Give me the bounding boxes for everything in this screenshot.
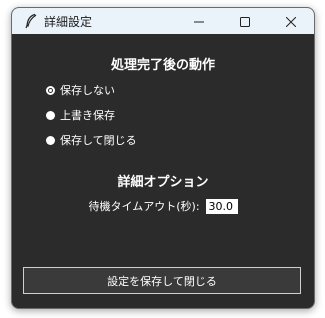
maximize-icon bbox=[240, 12, 250, 31]
close-icon bbox=[285, 12, 297, 31]
radio-label: 保存しない bbox=[60, 84, 115, 97]
radio-label: 上書き保存 bbox=[60, 109, 115, 122]
settings-dialog: 詳細設定 処理完了後の動作 保存しない 上書き保存 保存して閉じる 詳細オプショ… bbox=[11, 7, 315, 309]
timeout-label: 待機タイムアウト(秒): bbox=[88, 200, 200, 213]
radio-unselected-icon[interactable] bbox=[46, 110, 55, 120]
post-action-heading: 処理完了後の動作 bbox=[110, 58, 215, 73]
window-title: 詳細設定 bbox=[44, 15, 93, 29]
maximize-button[interactable] bbox=[222, 8, 268, 34]
minimize-button[interactable] bbox=[176, 8, 222, 34]
feather-icon bbox=[23, 13, 39, 29]
close-button[interactable] bbox=[268, 8, 314, 34]
radio-label: 保存して閉じる bbox=[60, 134, 137, 147]
advanced-options-heading: 詳細オプション bbox=[117, 175, 209, 190]
title-bar[interactable]: 詳細設定 bbox=[12, 8, 314, 34]
radio-option-overwrite[interactable]: 上書き保存 bbox=[46, 107, 115, 123]
radio-option-no-save[interactable]: 保存しない bbox=[46, 82, 115, 98]
dialog-content: 処理完了後の動作 保存しない 上書き保存 保存して閉じる 詳細オプション 待機タ… bbox=[12, 34, 314, 308]
save-and-close-button[interactable]: 設定を保存して閉じる bbox=[23, 267, 301, 294]
radio-unselected-icon[interactable] bbox=[46, 135, 55, 145]
radio-option-save-close[interactable]: 保存して閉じる bbox=[46, 132, 137, 148]
timeout-input[interactable] bbox=[205, 198, 238, 214]
minimize-icon bbox=[194, 12, 204, 31]
timeout-row: 待機タイムアウト(秒): bbox=[12, 198, 314, 214]
radio-selected-icon[interactable] bbox=[46, 85, 55, 95]
